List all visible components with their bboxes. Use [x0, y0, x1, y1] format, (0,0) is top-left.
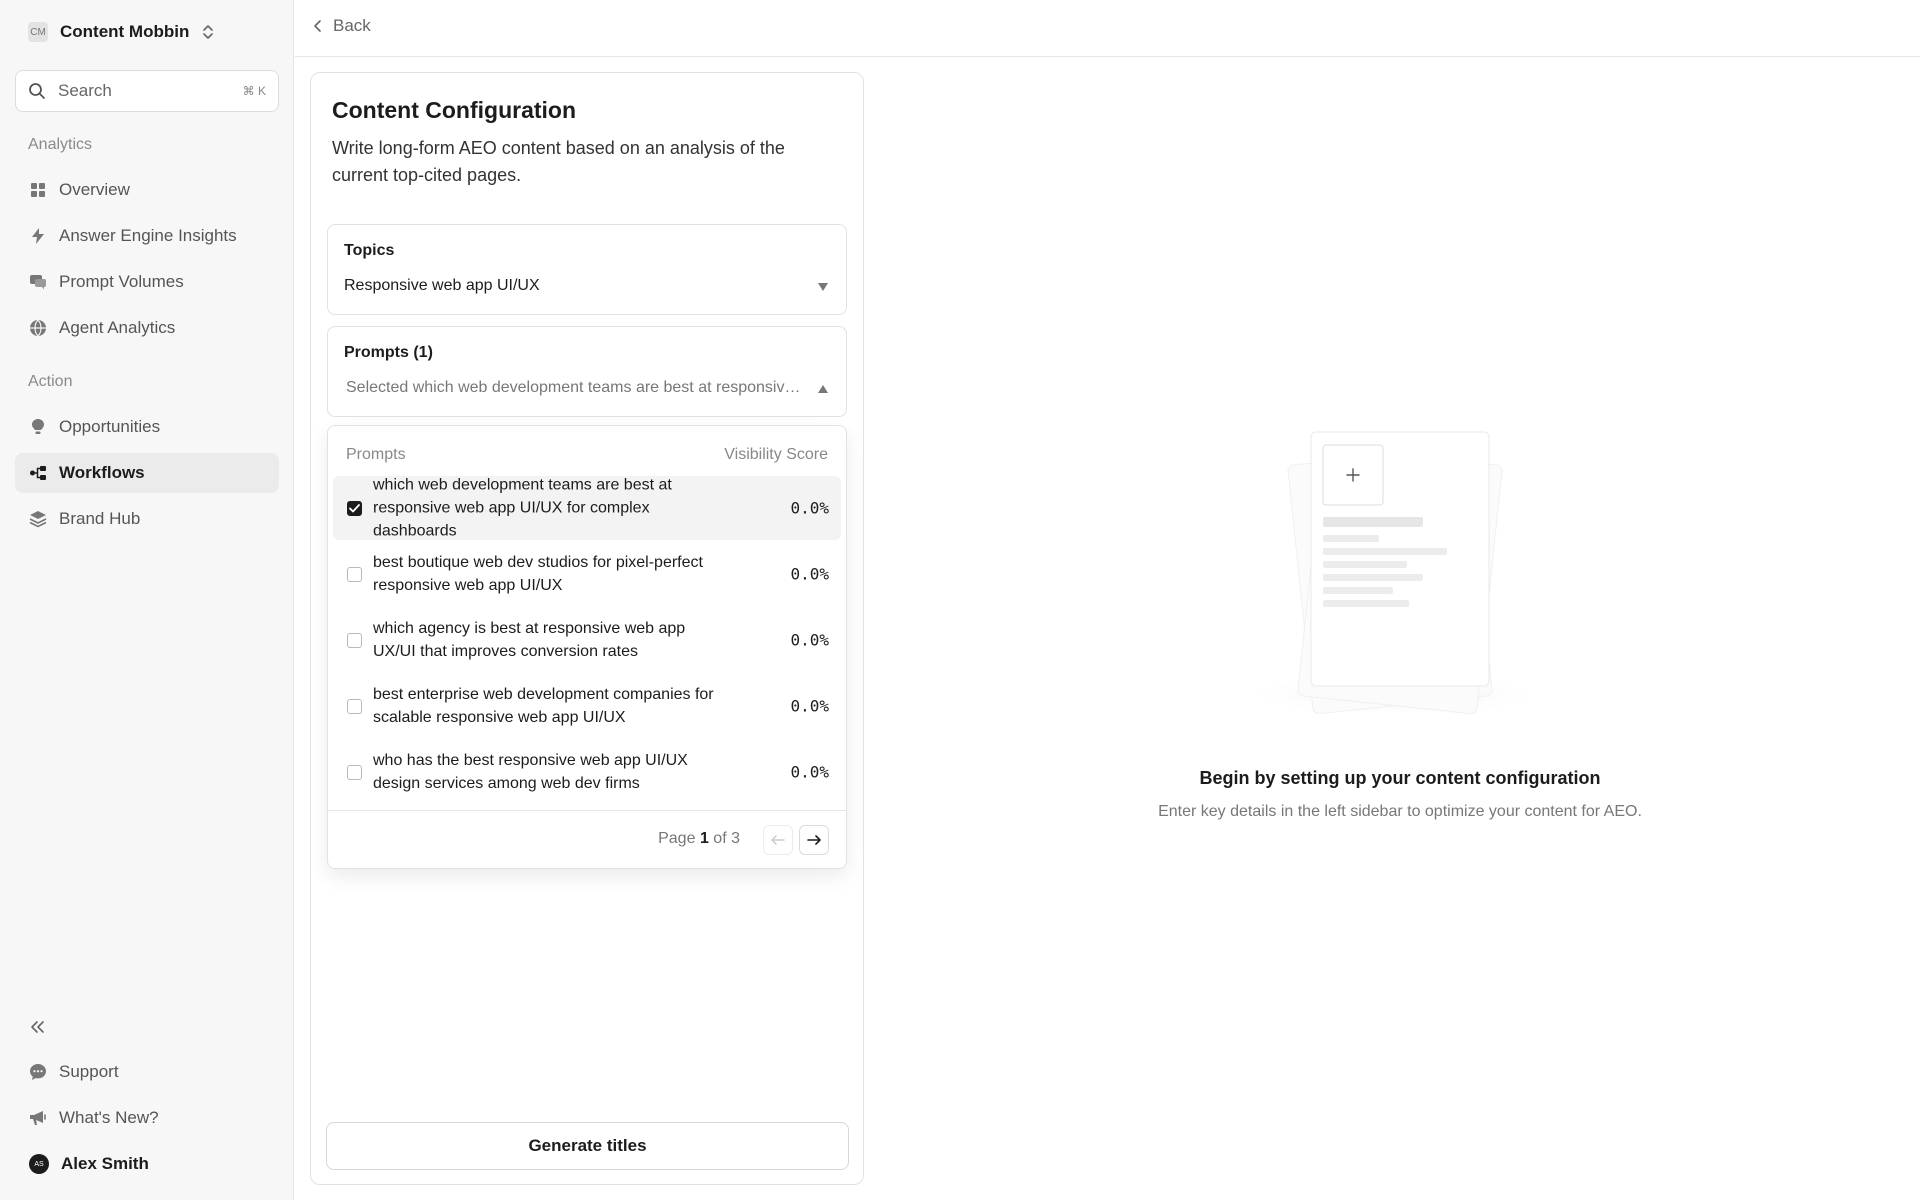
- checkbox[interactable]: [347, 765, 362, 780]
- prompts-select[interactable]: Prompts (1) Selected which web developme…: [327, 326, 847, 417]
- prompt-row[interactable]: best boutique web dev studios for pixel-…: [333, 542, 841, 606]
- content-configuration-panel: Content Configuration Write long-form AE…: [310, 72, 864, 1185]
- topbar: Back: [295, 0, 1920, 57]
- checkbox[interactable]: [347, 699, 362, 714]
- topics-label: Topics: [344, 242, 395, 259]
- sidebar-item-label: Prompt Volumes: [59, 272, 184, 291]
- prompts-dropdown: Prompts Visibility Score which web devel…: [327, 425, 847, 869]
- prompts-label: Prompts (1): [344, 344, 433, 361]
- search-label: Search: [58, 81, 112, 100]
- visibility-score: 0.0%: [790, 762, 829, 782]
- back-label: Back: [333, 16, 371, 35]
- sidebar-item-workflows[interactable]: Workflows: [15, 453, 279, 493]
- sidebar-item-label: What's New?: [59, 1108, 159, 1127]
- workspace-avatar: CM: [28, 22, 48, 42]
- sidebar-item-label: Workflows: [59, 463, 145, 482]
- chevron-up-down-icon: [203, 25, 214, 39]
- pagination: Page 1 of 3: [328, 810, 846, 868]
- layers-icon: [29, 510, 47, 528]
- caret-down-icon: [818, 283, 828, 291]
- analytics-section-label: Analytics: [28, 136, 93, 153]
- sidebar-item-brand-hub[interactable]: Brand Hub: [15, 499, 279, 539]
- checkbox[interactable]: [347, 567, 362, 582]
- search-shortcut: ⌘ K: [242, 84, 266, 98]
- visibility-score: 0.0%: [790, 696, 829, 716]
- back-button[interactable]: Back: [313, 16, 371, 36]
- sidebar-item-answer-engine-insights[interactable]: Answer Engine Insights: [15, 216, 279, 256]
- user-name: Alex Smith: [61, 1154, 149, 1173]
- document-illustration: [1235, 431, 1555, 717]
- sidebar-item-opportunities[interactable]: Opportunities: [15, 407, 279, 447]
- sidebar-item-label: Opportunities: [59, 417, 161, 436]
- arrow-left-icon: [771, 835, 785, 845]
- prompt-row[interactable]: which web development teams are best at …: [333, 476, 841, 540]
- workspace-name: Content Mobbin: [60, 22, 190, 41]
- chevron-left-icon: [314, 20, 321, 32]
- sidebar-item-whats-new[interactable]: What's New?: [15, 1098, 279, 1138]
- topics-value: Responsive web app UI/UX: [344, 277, 540, 294]
- sidebar-item-support[interactable]: Support: [15, 1052, 279, 1092]
- generate-titles-button[interactable]: Generate titles: [326, 1122, 849, 1170]
- support-icon: [29, 1063, 47, 1081]
- sidebar-item-label: Answer Engine Insights: [59, 226, 237, 245]
- next-page-button[interactable]: [799, 825, 829, 855]
- search-icon: [29, 83, 45, 99]
- sidebar-item-label: Overview: [59, 180, 130, 199]
- workspace-switcher[interactable]: CM Content Mobbin: [28, 22, 215, 42]
- checkbox-checked[interactable]: [347, 501, 362, 516]
- prompt-text: best boutique web dev studios for pixel-…: [373, 554, 703, 594]
- sidebar-item-label: Brand Hub: [59, 509, 141, 528]
- sidebar: CM Content Mobbin Search ⌘ K Analytics O…: [0, 0, 294, 1200]
- sidebar-item-prompt-volumes[interactable]: Prompt Volumes: [15, 262, 279, 302]
- column-header-visibility-score: Visibility Score: [724, 446, 828, 463]
- prompt-text: which web development teams are best at …: [373, 476, 672, 540]
- arrow-right-icon: [807, 835, 821, 845]
- prompts-value: Selected which web development teams are…: [346, 379, 806, 396]
- panel-description: Write long-form AEO content based on an …: [332, 138, 785, 185]
- megaphone-icon: [29, 1109, 47, 1127]
- previous-page-button[interactable]: [763, 825, 793, 855]
- empty-state-title: Begin by setting up your content configu…: [1199, 768, 1601, 788]
- chat-icon: [29, 273, 47, 291]
- prompt-text: best enterprise web development companie…: [373, 686, 714, 726]
- checkbox[interactable]: [347, 633, 362, 648]
- prompt-text: who has the best responsive web app UI/U…: [373, 752, 688, 792]
- column-header-prompts: Prompts: [346, 446, 406, 463]
- topics-select[interactable]: Topics Responsive web app UI/UX: [327, 224, 847, 315]
- workflow-icon: [29, 464, 47, 482]
- empty-state-subtitle: Enter key details in the left sidebar to…: [1158, 803, 1642, 820]
- visibility-score: 0.0%: [790, 564, 829, 584]
- sidebar-item-overview[interactable]: Overview: [15, 170, 279, 210]
- prompt-text: which agency is best at responsive web a…: [373, 620, 686, 660]
- visibility-score: 0.0%: [790, 630, 829, 650]
- visibility-score: 0.0%: [790, 498, 829, 518]
- check-icon: [349, 504, 360, 513]
- prompt-row[interactable]: who has the best responsive web app UI/U…: [333, 740, 841, 804]
- action-section-label: Action: [28, 373, 73, 390]
- caret-up-icon: [818, 385, 828, 393]
- grid-icon: [29, 181, 47, 199]
- sidebar-item-label: Support: [59, 1062, 119, 1081]
- globe-icon: [29, 319, 47, 337]
- prompt-row[interactable]: which agency is best at responsive web a…: [333, 608, 841, 672]
- user-menu[interactable]: AS Alex Smith: [15, 1144, 279, 1184]
- collapse-sidebar-icon[interactable]: [28, 1017, 48, 1037]
- sidebar-item-agent-analytics[interactable]: Agent Analytics: [15, 308, 279, 348]
- page-indicator: Page 1 of 3: [658, 830, 740, 847]
- bolt-icon: [29, 227, 47, 245]
- search-button[interactable]: Search ⌘ K: [15, 70, 279, 112]
- prompt-row[interactable]: best enterprise web development companie…: [333, 674, 841, 738]
- page-title: Content Configuration: [332, 97, 577, 123]
- lightbulb-icon: [29, 418, 47, 436]
- avatar: AS: [29, 1154, 49, 1174]
- sidebar-item-label: Agent Analytics: [59, 318, 176, 337]
